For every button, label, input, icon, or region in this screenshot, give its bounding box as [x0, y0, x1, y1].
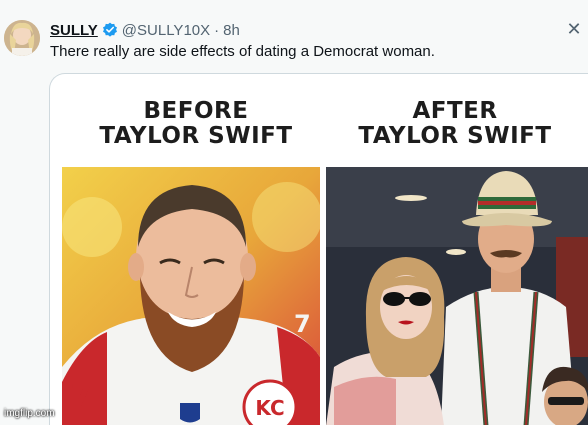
media-card[interactable]: BEFORE TAYLOR SWIFT AFTER TAYLOR SWIFT 7… — [49, 73, 588, 425]
imgflip-watermark: imgflip.com — [4, 408, 55, 419]
tweet-header: SULLY @SULLY10X · 8h — [50, 20, 240, 40]
meme-title-after-line2: TAYLOR SWIFT — [358, 123, 552, 149]
svg-text:KC: KC — [255, 396, 284, 420]
author-handle[interactable]: @SULLY10X — [122, 22, 210, 39]
meme-title-before: BEFORE TAYLOR SWIFT — [66, 99, 326, 149]
meme-title-before-line1: BEFORE — [143, 98, 249, 124]
meme-title-before-line2: TAYLOR SWIFT — [99, 123, 293, 149]
svg-text:7: 7 — [70, 377, 92, 415]
meme-title-after: AFTER TAYLOR SWIFT — [325, 99, 585, 149]
svg-text:7: 7 — [294, 310, 311, 338]
tweet: SULLY @SULLY10X · 8h ✕ There really are … — [0, 0, 588, 425]
meme-title-after-line1: AFTER — [412, 98, 498, 124]
before-photo: 7 7 KC — [62, 167, 320, 425]
tweet-text: There really are side effects of dating … — [50, 43, 435, 60]
verified-badge-icon — [102, 22, 118, 38]
after-photo — [326, 167, 588, 425]
close-icon[interactable]: ✕ — [565, 20, 583, 38]
post-timestamp[interactable]: 8h — [223, 22, 240, 39]
separator-dot: · — [214, 21, 220, 39]
author-avatar[interactable] — [4, 20, 40, 56]
author-name[interactable]: SULLY — [50, 22, 98, 39]
